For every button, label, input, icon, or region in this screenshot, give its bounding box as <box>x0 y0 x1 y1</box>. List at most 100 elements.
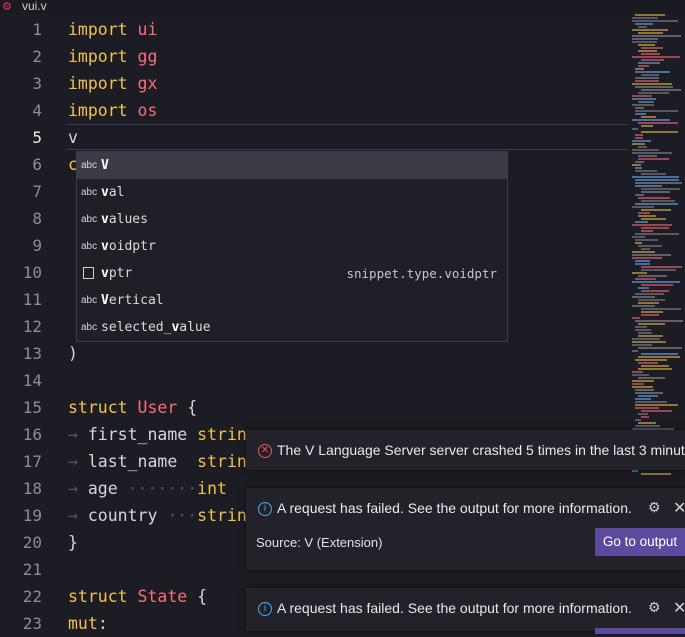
go-to-output-button-partial[interactable] <box>595 628 685 634</box>
minimap-line <box>635 167 642 169</box>
request-failed-message-2: A request has failed. See the output for… <box>277 600 632 616</box>
info-icon: i <box>258 502 272 516</box>
minimap-line <box>632 371 643 373</box>
minimap-line <box>635 242 642 244</box>
minimap-line <box>638 302 659 304</box>
snippet-icon <box>83 267 94 279</box>
code-line[interactable]: 15 struct User { <box>0 394 630 421</box>
suggestion-item[interactable]: abc voidptr <box>77 233 507 260</box>
code-text: → country ···strin <box>68 506 247 525</box>
minimap-line <box>638 332 652 334</box>
minimap-line <box>632 17 658 19</box>
suggestion-widget[interactable]: abc Vabc val abc values abc voidptr vptr snippet… <box>76 151 508 342</box>
code-line[interactable]: 1 import ui <box>0 16 630 43</box>
minimap-line <box>638 215 656 217</box>
minimap-line <box>641 473 671 475</box>
go-to-output-button[interactable]: Go to output <box>595 528 685 556</box>
suggestion-item[interactable]: abc V <box>77 152 507 179</box>
text-completion-icon: abc <box>81 322 98 333</box>
suggestion-item[interactable]: abc Vertical <box>77 287 507 314</box>
minimap-line <box>632 35 681 37</box>
minimap-line <box>635 107 644 109</box>
minimap-line <box>635 326 647 328</box>
line-number: 12 <box>22 317 42 336</box>
line-number: 7 <box>32 182 42 201</box>
minimap-line <box>635 239 658 241</box>
suggestion-item[interactable]: abc val <box>77 179 507 206</box>
minimap-line <box>638 287 649 289</box>
suggestion-label: values <box>101 212 148 227</box>
line-number: 21 <box>22 560 42 579</box>
minimap-line <box>632 386 653 388</box>
minimap-line <box>635 278 656 280</box>
close-icon[interactable]: ✕ <box>673 598 685 618</box>
minimap-line <box>638 212 650 214</box>
code-text: import ui <box>68 20 158 39</box>
code-text: → first_name strin <box>68 425 247 444</box>
minimap-line <box>635 392 663 394</box>
text-completion-icon: abc <box>81 241 98 252</box>
code-text: } <box>68 533 78 552</box>
minimap-line <box>632 98 656 100</box>
minimap[interactable] <box>632 14 685 484</box>
crash-message: The V Language Server server crashed 5 t… <box>277 442 685 458</box>
code-line[interactable]: 3 import gx <box>0 70 630 97</box>
suggestion-item[interactable]: vptr snippet.type.voidptr <box>77 260 507 287</box>
gear-icon[interactable]: ⚙ <box>648 599 661 616</box>
minimap-line <box>638 377 665 379</box>
suggestion-label: voidptr <box>101 239 156 254</box>
minimap-line <box>641 74 659 76</box>
minimap-line <box>641 353 678 355</box>
minimap-line <box>632 305 655 307</box>
gear-icon[interactable]: ⚙ <box>648 499 661 516</box>
code-line[interactable]: 14 <box>0 367 630 394</box>
code-line[interactable]: 4 import os <box>0 97 630 124</box>
minimap-line <box>635 404 678 406</box>
minimap-line <box>641 218 666 220</box>
minimap-line <box>635 110 678 112</box>
minimap-line <box>635 137 643 139</box>
line-number: 1 <box>32 20 42 39</box>
text-completion-icon: abc <box>81 160 98 171</box>
minimap-line <box>635 71 670 73</box>
minimap-line <box>632 341 666 343</box>
code-line[interactable]: 2 import gg <box>0 43 630 70</box>
minimap-line <box>638 413 648 415</box>
code-line[interactable]: 13) <box>0 340 630 367</box>
minimap-line <box>638 299 665 301</box>
minimap-line <box>638 356 680 358</box>
minimap-line <box>638 44 655 46</box>
code-line[interactable]: 5v <box>0 124 630 151</box>
request-failed-notification-2[interactable]: i A request has failed. See the output f… <box>246 588 685 634</box>
minimap-line <box>632 281 680 283</box>
request-failed-notification[interactable]: i A request has failed. See the output f… <box>246 488 685 570</box>
minimap-line <box>641 266 682 268</box>
minimap-line <box>641 227 669 229</box>
minimap-line <box>638 101 654 103</box>
suggestion-item[interactable]: abc values <box>77 206 507 233</box>
minimap-line <box>641 284 673 286</box>
minimap-line <box>632 128 638 130</box>
minimap-line <box>632 296 655 298</box>
minimap-line <box>641 191 670 193</box>
minimap-line <box>635 329 651 331</box>
minimap-line <box>632 20 678 22</box>
code-text: import gg <box>68 47 158 66</box>
line-number: 20 <box>22 533 42 552</box>
close-icon[interactable]: ✕ <box>673 498 685 518</box>
minimap-line <box>641 416 649 418</box>
suggestion-item[interactable]: abc selected_value <box>77 314 507 341</box>
line-number: 3 <box>32 74 42 93</box>
crash-notification[interactable]: ✕ The V Language Server server crashed 5… <box>246 430 685 470</box>
minimap-line <box>641 365 669 367</box>
minimap-line <box>632 38 658 40</box>
code-text: import os <box>68 101 158 120</box>
line-number: 17 <box>22 452 42 471</box>
line-number: 19 <box>22 506 42 525</box>
minimap-line <box>638 323 665 325</box>
minimap-line <box>632 338 660 340</box>
suggestion-detail: snippet.type.voidptr <box>346 266 497 281</box>
tab-filename[interactable]: vui.v <box>22 0 47 13</box>
minimap-line <box>638 122 678 124</box>
minimap-line <box>635 407 659 409</box>
